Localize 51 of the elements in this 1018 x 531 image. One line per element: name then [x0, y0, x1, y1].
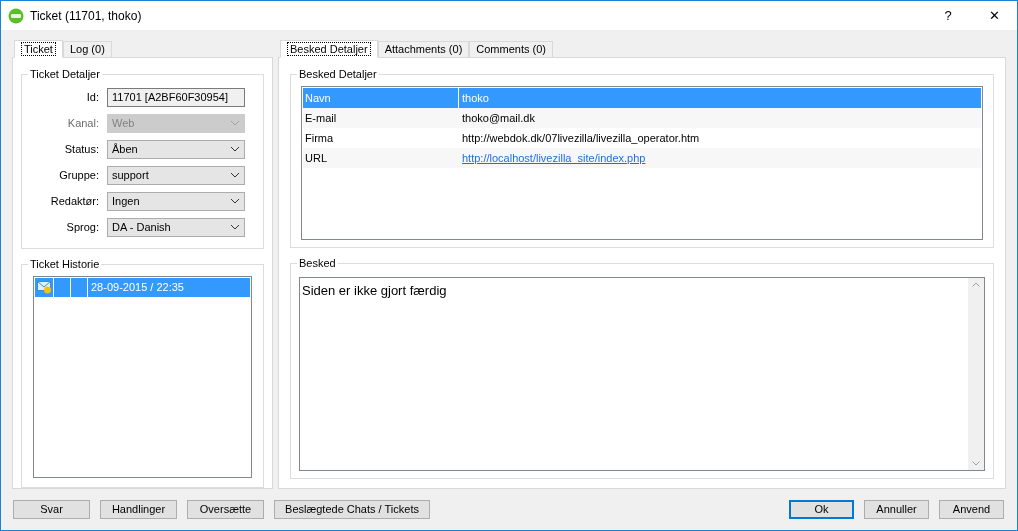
dropdown[interactable]: support [107, 165, 245, 185]
app-logo-icon [8, 7, 24, 24]
dropdown[interactable]: Ingen [107, 191, 245, 211]
field-label: Id: [85, 89, 100, 105]
detail-value: thoko@mail.dk [461, 110, 535, 126]
button[interactable]: Handlinger [100, 499, 177, 519]
tab[interactable]: Attachments (0) [377, 41, 470, 57]
history-date: 28-09-2015 / 22:35 [90, 279, 184, 295]
chevron-down-icon [230, 146, 240, 152]
tab[interactable]: Log (0) [62, 41, 112, 57]
field-label: Redaktør: [49, 193, 100, 209]
field-label: Status: [63, 141, 100, 157]
scroll-down-icon[interactable] [972, 461, 980, 466]
button[interactable]: Oversætte [187, 499, 264, 519]
help-button[interactable]: ? [925, 1, 971, 30]
chevron-down-icon [230, 198, 240, 204]
message-field[interactable]: Siden er ikke gjort færdig [299, 277, 985, 471]
envelope-icon [36, 280, 52, 295]
button[interactable]: Anvend [939, 499, 1004, 519]
button[interactable]: Beslægtede Chats / Tickets [274, 499, 430, 519]
detail-value: thoko [461, 90, 489, 106]
group-title: Besked [297, 256, 338, 270]
chevron-down-icon [230, 120, 240, 126]
button[interactable]: Svar [13, 499, 90, 519]
tab[interactable]: Comments (0) [469, 41, 553, 57]
chevron-down-icon [230, 172, 240, 178]
button[interactable]: Annuller [864, 499, 929, 519]
window-title: Ticket (11701, thoko) [30, 7, 142, 25]
dropdown[interactable]: DA - Danish [107, 217, 245, 237]
detail-name: Firma [304, 131, 335, 146]
field-label: Gruppe: [58, 167, 100, 183]
detail-value: http://webdok.dk/07livezilla/livezilla_operator.htm [461, 130, 700, 146]
detail-name: E-mail [304, 111, 338, 126]
dropdown[interactable]: Åben [107, 139, 245, 159]
chevron-down-icon [230, 224, 240, 230]
field-label: Sprog: [65, 219, 100, 235]
details-row[interactable]: E-mail thoko@mail.dk [303, 108, 981, 128]
tab[interactable]: Ticket [14, 40, 63, 58]
scroll-up-icon[interactable] [972, 282, 980, 287]
close-button[interactable]: ✕ [971, 1, 1017, 30]
tab[interactable]: Besked Detaljer [280, 40, 378, 58]
field-label: Kanal: [66, 115, 100, 131]
detail-link[interactable]: http://localhost/livezilla_site/index.php [459, 149, 646, 167]
details-row[interactable]: URL http://localhost/livezilla_site/index.php [303, 148, 981, 168]
text-field[interactable]: 11701 [A2BF60F30954] [107, 87, 245, 107]
group-title: Besked Detaljer [297, 67, 379, 81]
group-title: Ticket Detaljer [28, 67, 102, 81]
button[interactable]: Ok [789, 499, 854, 519]
detail-name: URL [304, 151, 328, 166]
message-text: Siden er ikke gjort færdig [301, 282, 448, 300]
scrollbar[interactable] [968, 278, 984, 470]
